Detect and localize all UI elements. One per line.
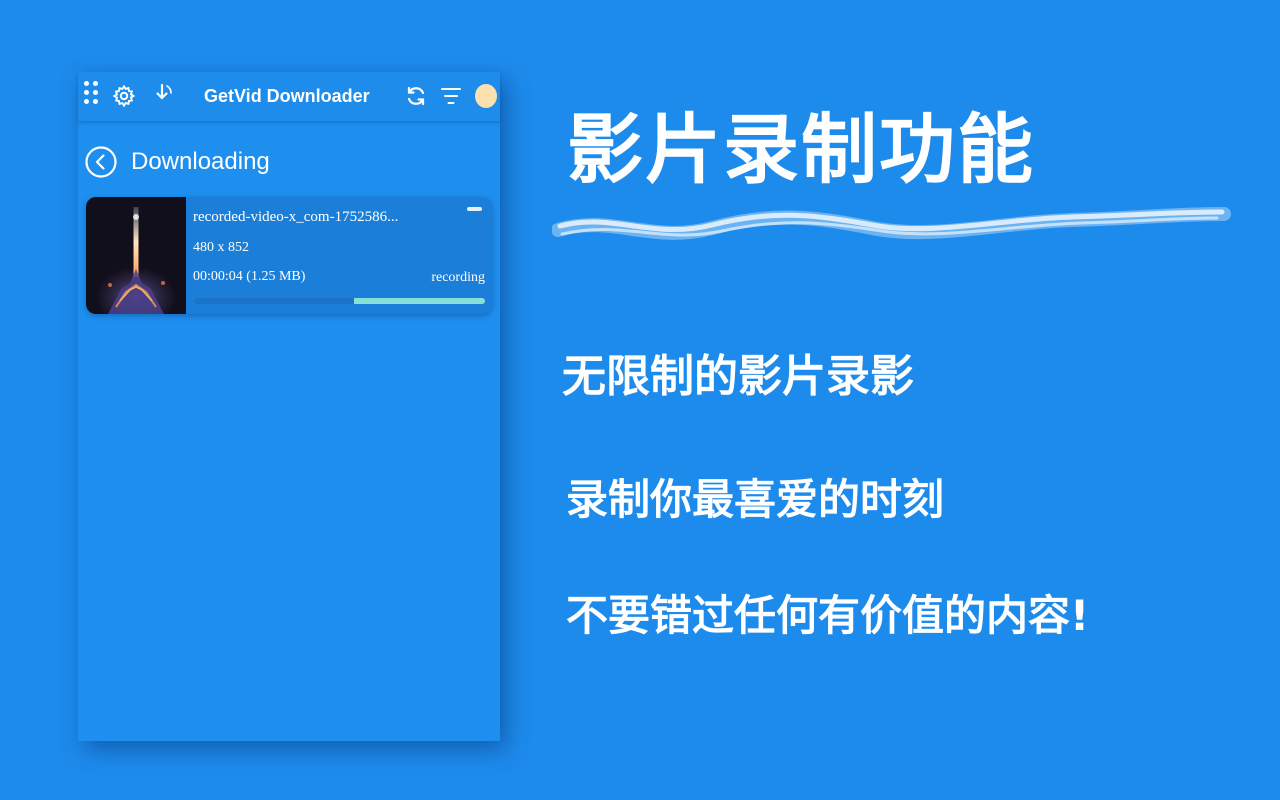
apps-grid-icon[interactable] — [84, 81, 100, 111]
promo-line-3: 不要错过任何有价值的内容! — [566, 591, 1090, 640]
avatar[interactable] — [475, 84, 497, 108]
promo-line-1: 无限制的影片录影 — [562, 351, 914, 402]
status-label: recording — [431, 270, 485, 285]
promo-line-2: 录制你最喜爱的时刻 — [566, 475, 945, 524]
refresh-icon[interactable] — [405, 85, 427, 107]
gear-icon[interactable] — [112, 84, 136, 108]
section-title: Downloading — [131, 148, 270, 175]
download-item[interactable]: recorded-video-x_com-1752586... 480 x 85… — [86, 197, 492, 314]
back-icon[interactable] — [85, 146, 117, 178]
video-thumbnail — [86, 197, 186, 314]
extension-popup: GetVid Downloader Downloading recorded-v… — [78, 72, 500, 741]
duration-size: 00:00:04 (1.25 MB) — [193, 269, 306, 284]
brush-underline — [552, 207, 1231, 240]
filter-icon[interactable] — [440, 86, 462, 106]
file-name: recorded-video-x_com-1752586... — [193, 209, 399, 225]
promo-heading: 影片录制功能 — [567, 105, 1035, 194]
top-toolbar: GetVid Downloader — [78, 72, 500, 121]
progress-fill — [193, 298, 354, 304]
video-resolution: 480 x 852 — [193, 240, 249, 255]
app-title: GetVid Downloader — [204, 86, 370, 106]
minimize-button[interactable] — [467, 207, 482, 211]
download-icon[interactable] — [152, 82, 176, 108]
progress-bar — [193, 298, 485, 304]
